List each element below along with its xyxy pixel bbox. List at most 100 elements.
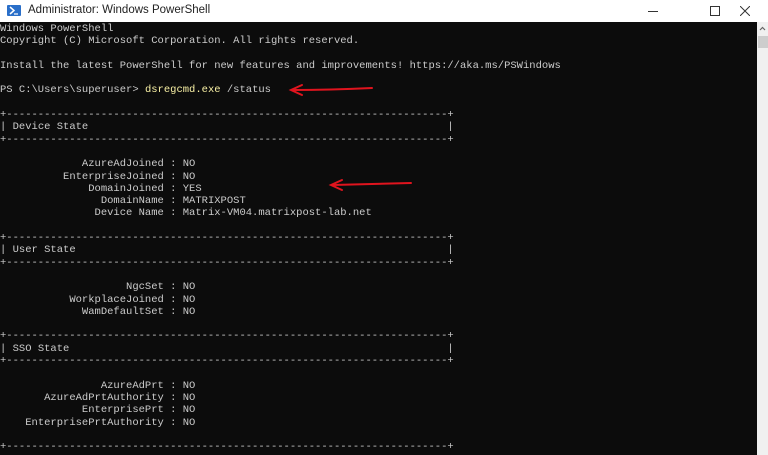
prompt: PS C:\Users\superuser>: [0, 84, 145, 97]
separator: :: [163, 404, 183, 417]
field-row: AzureAdJoined : NO: [0, 158, 561, 170]
field-row: AzureAdPrtAuthority : NO: [0, 392, 561, 404]
field-value: NO: [182, 170, 196, 183]
box-edge: |: [0, 121, 13, 134]
powershell-icon: [7, 5, 21, 16]
field-pad: [0, 392, 44, 404]
field-key: WamDefaultSet: [81, 305, 164, 318]
scroll-up-icon[interactable]: [757, 24, 768, 34]
field-value: NO: [182, 293, 196, 306]
command-args: /status: [220, 84, 271, 97]
field-row: EnterpriseJoined : NO: [0, 171, 561, 183]
separator: :: [163, 379, 183, 392]
field-pad: [0, 380, 101, 392]
field-pad: [0, 294, 69, 306]
field-key: DomainJoined: [88, 182, 164, 195]
section-title: User State: [12, 244, 76, 257]
field-value: MATRIXPOST: [182, 195, 246, 208]
field-pad: [0, 158, 82, 170]
separator: :: [163, 391, 183, 404]
field-row: NgcSet : NO: [0, 281, 561, 293]
field-key: EnterprisePrt: [81, 404, 164, 417]
field-row: WamDefaultSet : NO: [0, 306, 561, 318]
field-pad: [0, 207, 95, 219]
separator: :: [163, 182, 183, 195]
field-key: DomainName: [100, 195, 164, 208]
field-row: EnterprisePrtAuthority : NO: [0, 417, 561, 429]
maximize-icon: [710, 6, 720, 16]
minimize-button[interactable]: [630, 0, 676, 22]
field-pad: [0, 417, 25, 429]
section-border: +---------------------------------------…: [0, 441, 454, 454]
separator: :: [163, 281, 183, 294]
section-border: +---------------------------------------…: [0, 256, 454, 269]
field-pad: [0, 281, 126, 293]
section-title: SSO State: [12, 342, 70, 355]
field-row: EnterprisePrt : NO: [0, 404, 561, 416]
section-header: | SSO State |: [0, 343, 561, 355]
field-pad: [0, 306, 82, 318]
field-row: AzureAdPrt : NO: [0, 380, 561, 392]
section-header: | Device State |: [0, 121, 561, 133]
field-value: NO: [182, 305, 196, 318]
box-edge: |: [88, 121, 454, 134]
field-pad: [0, 183, 88, 195]
separator: :: [163, 416, 183, 429]
separator: :: [163, 305, 183, 318]
box-edge: |: [75, 244, 454, 257]
box-edge: |: [0, 244, 13, 257]
header-line: Windows PowerShell: [0, 23, 114, 35]
field-pad: [0, 171, 63, 183]
separator: :: [163, 170, 183, 183]
section-border: +---------------------------------------…: [0, 355, 454, 368]
section-border: +---------------------------------------…: [0, 133, 454, 146]
field-key: AzureAdPrtAuthority: [44, 391, 164, 404]
field-row: WorkplaceJoined : NO: [0, 294, 561, 306]
separator: :: [163, 207, 183, 220]
window-title: Administrator: Windows PowerShell: [28, 4, 211, 16]
prompt-line: PS C:\Users\superuser> dsregcmd.exe /sta…: [0, 84, 561, 96]
header-line: Install the latest PowerShell for new fe…: [0, 59, 561, 72]
header-line: [0, 72, 561, 84]
vertical-scrollbar[interactable]: [757, 22, 768, 455]
box-edge: |: [0, 342, 13, 355]
command: dsregcmd.exe: [144, 84, 221, 97]
section-border: +---------------------------------------…: [0, 330, 454, 343]
field-key: Device Name: [94, 207, 164, 220]
field-pad: [0, 195, 101, 207]
header-line: Copyright (C) Microsoft Corporation. All…: [0, 35, 360, 48]
close-button[interactable]: [722, 0, 768, 22]
field-value: NO: [182, 281, 196, 294]
section-header: | User State |: [0, 244, 561, 256]
field-value: NO: [182, 158, 196, 171]
field-key: AzureAdJoined: [81, 158, 164, 171]
field-value: Matrix-VM04.matrixpost-lab.net: [182, 207, 372, 220]
field-key: WorkplaceJoined: [69, 293, 164, 306]
field-value: NO: [182, 379, 196, 392]
field-row: Device Name : Matrix-VM04.matrixpost-lab…: [0, 207, 561, 219]
field-pad: [0, 404, 82, 416]
scrollbar-thumb[interactable]: [758, 36, 768, 48]
separator: :: [163, 158, 183, 171]
close-icon: [740, 6, 750, 16]
console-lines: Windows PowerShell Copyright (C) Microsof…: [0, 23, 561, 453]
field-key: EnterprisePrtAuthority: [25, 416, 164, 429]
field-key: EnterpriseJoined: [63, 170, 164, 183]
box-edge: |: [69, 342, 454, 355]
field-value: NO: [182, 416, 196, 429]
field-value: NO: [182, 391, 196, 404]
title-bar: Administrator: Windows PowerShell: [0, 0, 768, 22]
header-line: [0, 48, 561, 60]
field-value: NO: [182, 404, 196, 417]
field-key: AzureAdPrt: [100, 379, 164, 392]
terminal-output[interactable]: Windows PowerShell Copyright (C) Microsof…: [0, 22, 757, 455]
separator: :: [163, 195, 183, 208]
section-border: +---------------------------------------…: [0, 109, 454, 122]
section-title: Device State: [12, 121, 89, 134]
